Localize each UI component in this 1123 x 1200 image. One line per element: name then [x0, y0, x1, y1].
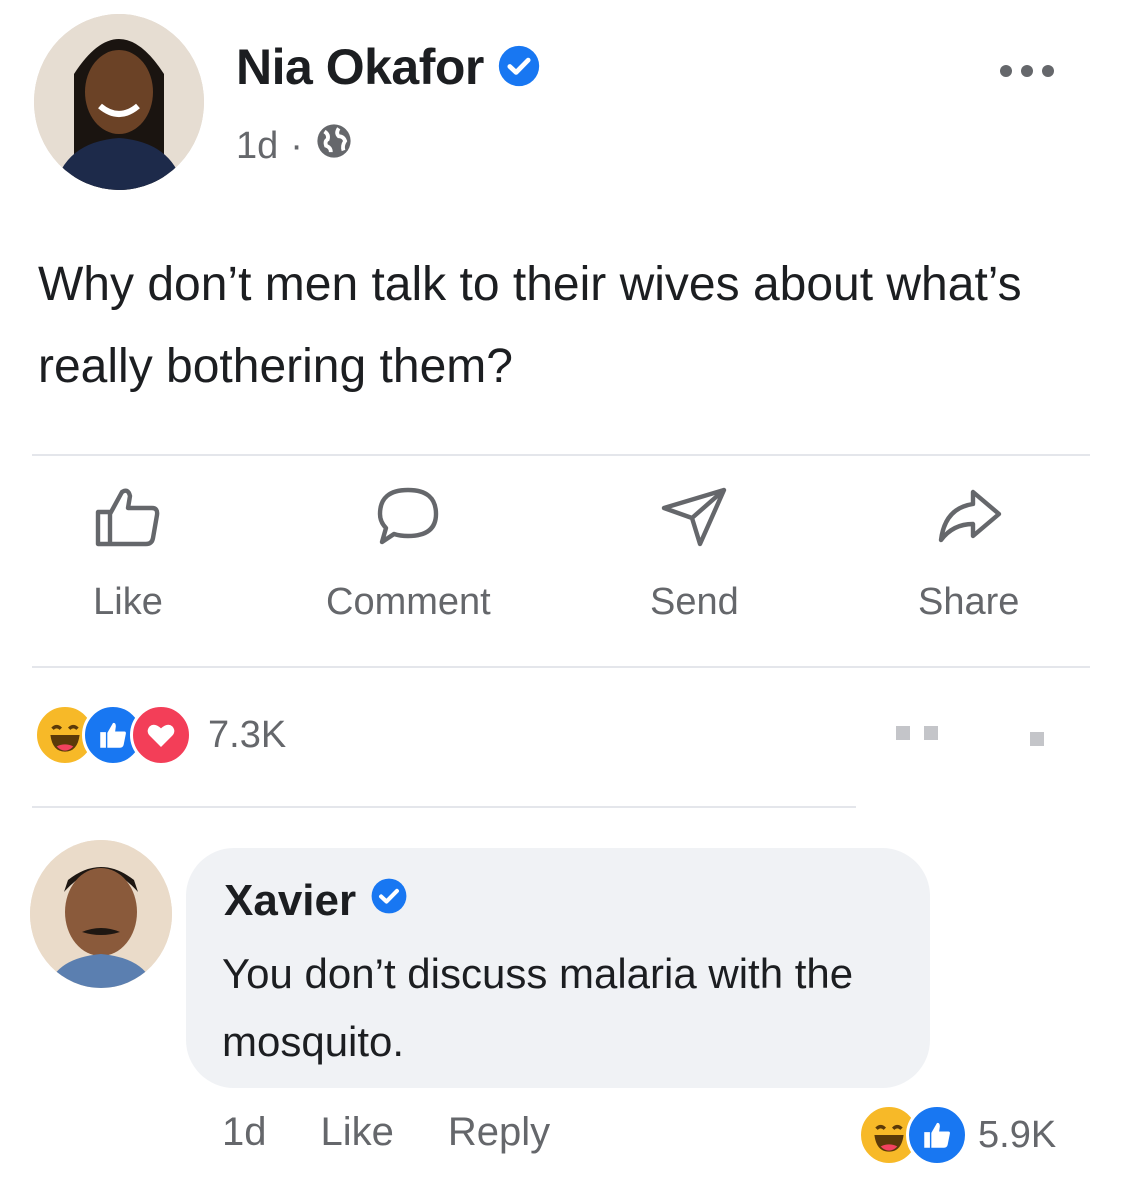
post-meta: 1d ·: [236, 122, 353, 170]
blurred-comment-count: [876, 726, 1044, 748]
author-name-text[interactable]: Nia Okafor: [236, 39, 484, 95]
share-button[interactable]: Share: [918, 484, 1019, 624]
like-label: Like: [93, 581, 163, 623]
comment-actions: 1d Like Reply: [222, 1110, 550, 1155]
more-dot-icon: [1042, 65, 1054, 77]
comment-reactions-summary[interactable]: 5.9K: [858, 1104, 1056, 1166]
comment-timestamp: 1d: [222, 1110, 267, 1154]
meta-separator: ·: [290, 124, 303, 167]
author-avatar[interactable]: [34, 14, 204, 190]
like-button[interactable]: Like: [92, 484, 164, 624]
comment-text: You don’t discuss malaria with the mosqu…: [222, 950, 854, 1065]
author-name[interactable]: Nia Okafor: [236, 38, 541, 100]
commenter-avatar[interactable]: [30, 840, 172, 988]
commenter-name[interactable]: Xavier: [224, 876, 408, 926]
reactions-summary[interactable]: 7.3K: [34, 704, 286, 766]
commenter-name-text[interactable]: Xavier: [224, 876, 356, 926]
comment-like-button[interactable]: Like: [321, 1110, 394, 1155]
reaction-count[interactable]: 7.3K: [208, 714, 286, 757]
love-reaction-icon: [130, 704, 192, 766]
more-dot-icon: [1000, 65, 1012, 77]
comment-label: Comment: [326, 581, 491, 623]
comment-button[interactable]: Comment: [326, 484, 491, 624]
verified-badge-icon: [370, 876, 408, 926]
divider: [32, 666, 1090, 668]
comment-reply-button[interactable]: Reply: [448, 1110, 550, 1155]
send-button[interactable]: Send: [650, 484, 739, 624]
speech-bubble-icon: [372, 484, 444, 553]
globe-icon: [315, 122, 353, 170]
like-reaction-icon: [906, 1104, 968, 1166]
more-dot-icon: [1021, 65, 1033, 77]
share-arrow-icon: [933, 484, 1005, 553]
share-label: Share: [918, 581, 1020, 623]
more-options-button[interactable]: [1000, 56, 1084, 86]
send-label: Send: [650, 581, 739, 623]
divider: [32, 806, 856, 808]
verified-badge-icon: [497, 42, 541, 100]
comment-reaction-count[interactable]: 5.9K: [978, 1114, 1056, 1157]
divider: [32, 454, 1090, 456]
post-timestamp[interactable]: 1d: [236, 125, 278, 168]
post-body: Why don’t men talk to their wives about …: [38, 258, 1022, 393]
thumbs-up-icon: [92, 484, 164, 553]
paper-plane-icon: [658, 484, 730, 553]
